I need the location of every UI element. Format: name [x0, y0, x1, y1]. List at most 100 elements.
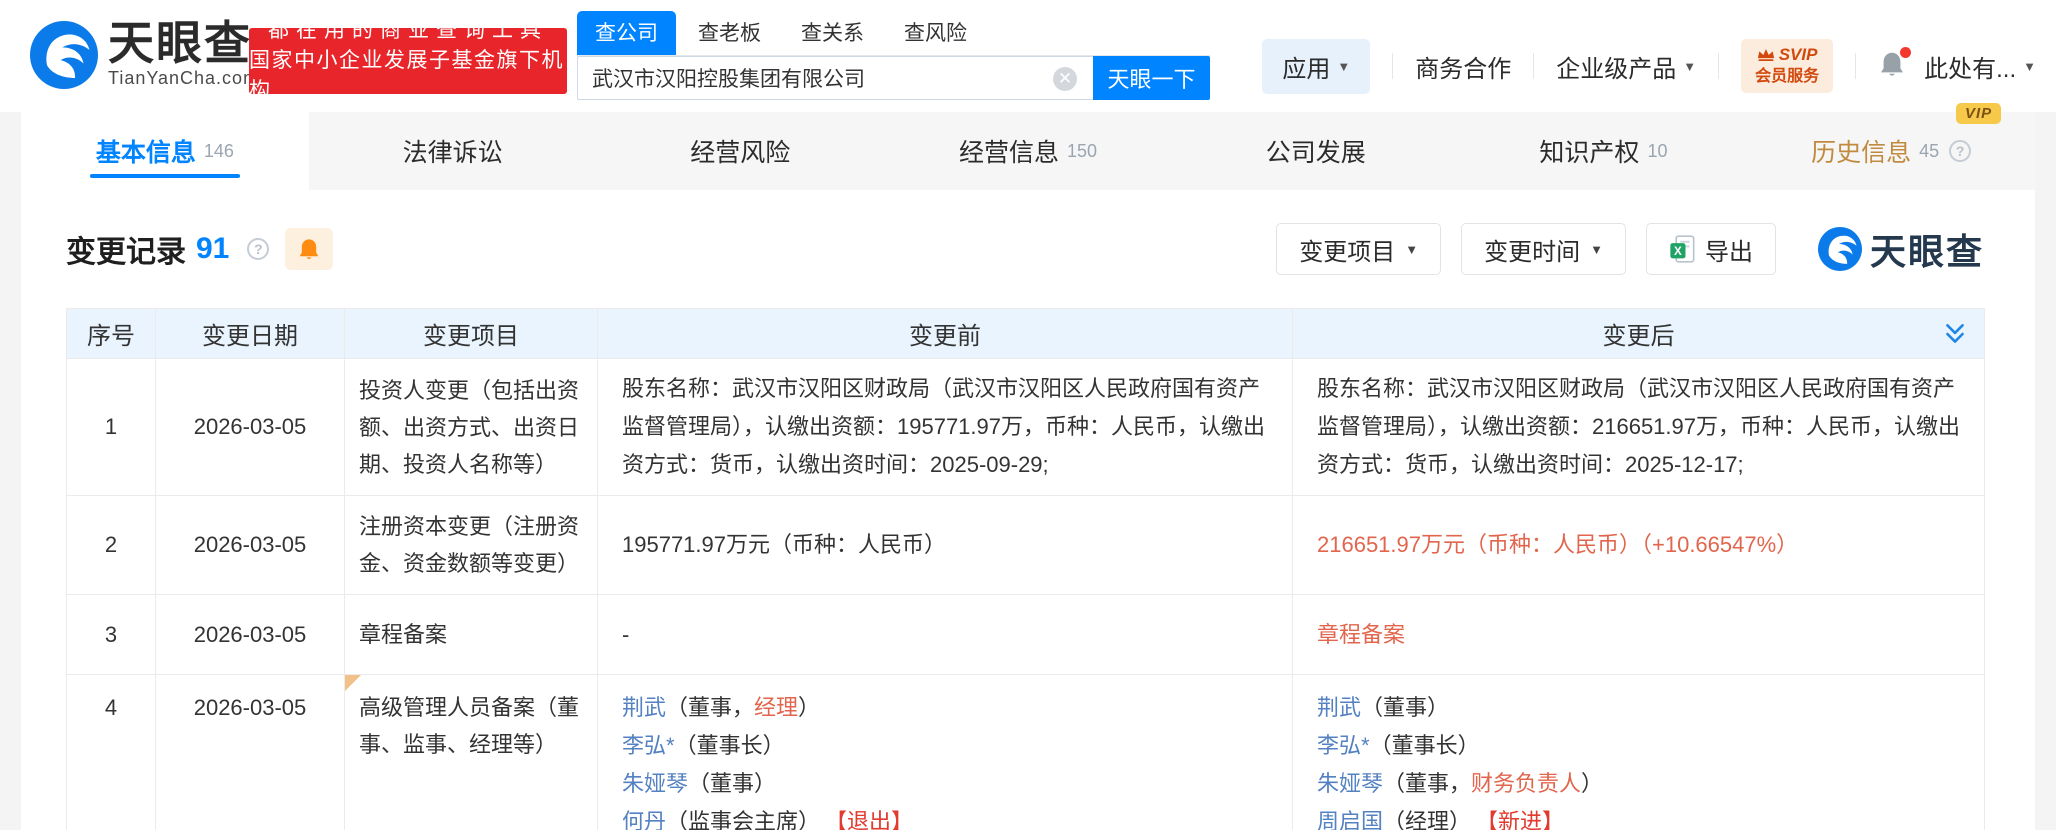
clear-icon[interactable]: ✕ [1053, 67, 1077, 91]
tab-history-info[interactable]: 历史信息45VIP? [1747, 112, 2035, 190]
nav-apps[interactable]: 应用 ▼ [1262, 39, 1370, 94]
search-tab-company[interactable]: 查公司 [577, 11, 676, 55]
cell-line: 195771.97万元（币种：人民币） [622, 526, 1268, 564]
tab-label: 法律诉讼 [403, 133, 503, 169]
section-count: 91 [196, 232, 229, 266]
tianyancha-watermark: 天眼查 [1818, 223, 1984, 275]
col-after: 变更后 [1293, 309, 1985, 359]
cell-text: （董事， [666, 695, 754, 720]
chevron-down-icon: ▼ [1683, 59, 1696, 74]
person-link[interactable]: 李弘* [1317, 733, 1370, 758]
cell-after-content: 股东名称：武汉市汉阳区财政局（武汉市汉阳区人民政府国有资产监督管理局），认缴出资… [1293, 359, 1985, 496]
person-link[interactable]: 荆武 [1317, 695, 1361, 720]
table-row: 42026-03-05高级管理人员备案（董事、监事、经理等）荆武（董事，经理）李… [67, 675, 1985, 830]
person-link[interactable]: 朱娅琴 [1317, 771, 1383, 796]
tab-business-info[interactable]: 经营信息 150 [884, 112, 1172, 190]
col-change-date: 变更日期 [156, 309, 345, 359]
person-link[interactable]: 周启国 [1317, 809, 1383, 830]
company-tabbar: 基本信息146 法律诉讼 经营风险 经营信息 150 公司发展 知识产权 10 历史信息45VI… [21, 112, 2035, 190]
cell-text: （董事长） [675, 733, 785, 758]
position-highlight: 财务负责人 [1471, 771, 1581, 796]
cell-text: ） [798, 695, 820, 720]
filter-change-time-button[interactable]: 变更时间 ▼ [1461, 223, 1626, 275]
tab-label: 经营风险 [690, 133, 790, 169]
cell-line: 朱娅琴（董事，财务负责人） [1317, 765, 1960, 803]
person-link[interactable]: 李弘* [622, 733, 675, 758]
nav-cooperation[interactable]: 商务合作 [1415, 49, 1511, 84]
cell-line: - [622, 616, 1268, 654]
tab-legal-proceedings[interactable]: 法律诉讼 [309, 112, 597, 190]
cell-change-item: 章程备案 [345, 595, 598, 675]
cell-text: 股东名称：武汉市汉阳区财政局（武汉市汉阳区人民政府国有资产监督管理局），认缴出资… [1317, 376, 1960, 477]
cell-before-content: 股东名称：武汉市汉阳区财政局（武汉市汉阳区人民政府国有资产监督管理局），认缴出资… [598, 359, 1293, 496]
cell-change-item: 投资人变更（包括出资额、出资方式、出资日期、投资人名称等） [345, 359, 598, 496]
cell-change-item: 注册资本变更（注册资金、资金数额等变更） [345, 496, 598, 595]
tab-label: 经营信息 [959, 133, 1059, 169]
cell-line: 荆武（董事） [1317, 689, 1960, 727]
corner-flag-icon [345, 675, 361, 691]
person-link[interactable]: 荆武 [622, 695, 666, 720]
cell-text: （董事） [1361, 695, 1449, 720]
cell-serial: 2 [67, 496, 156, 595]
tab-count: 10 [1647, 141, 1667, 162]
cell-text: 股东名称：武汉市汉阳区财政局（武汉市汉阳区人民政府国有资产监督管理局），认缴出资… [622, 376, 1265, 477]
search-tabs: 查公司查老板查关系查风险 [577, 14, 1210, 56]
person-link[interactable]: 朱娅琴 [622, 771, 688, 796]
tianyancha-logo[interactable]: 天眼查 TianYanCha.com [30, 20, 259, 89]
cell-serial: 3 [67, 595, 156, 675]
nav-enterprise-products[interactable]: 企业级产品 ▼ [1556, 49, 1696, 84]
notification-dot [1900, 47, 1911, 58]
search-button[interactable]: 天眼一下 [1093, 56, 1210, 100]
promo-line2: 国家中小企业发展子基金旗下机构 [249, 46, 567, 106]
filter-change-item-button[interactable]: 变更项目 ▼ [1276, 223, 1441, 275]
top-header: 天眼查 TianYanCha.com 都在用的商业查询工具 国家中小企业发展子基… [0, 0, 2056, 112]
tab-basic-info[interactable]: 基本信息146 [21, 112, 309, 190]
search-tab-relation[interactable]: 查关系 [801, 11, 864, 55]
svg-text:X: X [1674, 245, 1682, 258]
export-button[interactable]: X 导出 [1646, 223, 1776, 275]
cell-text: 195771.97万元（币种：人民币） [622, 532, 946, 557]
nav-user-menu[interactable]: 此处有... ▼ [1924, 49, 2036, 84]
table-row: 32026-03-05章程备案-章程备案 [67, 595, 1985, 675]
promo-line1: 都在用的商业查询工具 [268, 16, 548, 46]
person-link[interactable]: 何丹 [622, 809, 666, 830]
search-tab-risk[interactable]: 查风险 [904, 11, 967, 55]
chevron-down-icon: ▼ [1337, 59, 1350, 74]
cell-before-content: - [598, 595, 1293, 675]
search-input[interactable] [577, 56, 1093, 100]
cell-line: 周启国（经理）【新进】 [1317, 803, 1960, 830]
cell-change-date: 2026-03-05 [156, 359, 345, 496]
help-icon[interactable]: ? [247, 238, 269, 260]
cell-line: 股东名称：武汉市汉阳区财政局（武汉市汉阳区人民政府国有资产监督管理局），认缴出资… [1317, 370, 1960, 484]
divider [1533, 53, 1534, 79]
tab-count: 45 [1919, 141, 1939, 162]
table-row: 22026-03-05注册资本变更（注册资金、资金数额等变更）195771.97… [67, 496, 1985, 595]
tab-count: 146 [204, 141, 234, 162]
cell-text: （经理） [1383, 809, 1471, 830]
top-nav: 应用 ▼ 商务合作 企业级产品 ▼ SVIP 会员服务 [1262, 38, 2036, 94]
subscribe-bell-button[interactable] [285, 228, 333, 270]
cell-line: 李弘*（董事长） [622, 727, 1268, 765]
change-records-table: 序号 变更日期 变更项目 变更前 变更后 12026-03-05投资人变更（包括… [66, 308, 1985, 830]
charter-record-link[interactable]: 章程备案 [1317, 622, 1405, 647]
table-header-row: 序号 变更日期 变更项目 变更前 变更后 [67, 309, 1985, 359]
cell-line: 荆武（董事，经理） [622, 689, 1268, 727]
expand-all-icon[interactable] [1942, 321, 1968, 347]
cell-serial: 4 [67, 675, 156, 830]
col-change-item: 变更项目 [345, 309, 598, 359]
tab-label: 知识产权 [1539, 133, 1639, 169]
tab-count: 150 [1067, 141, 1097, 162]
tab-intellectual-property[interactable]: 知识产权 10 [1460, 112, 1748, 190]
promo-badge: 都在用的商业查询工具 国家中小企业发展子基金旗下机构 [249, 28, 567, 94]
cell-text: （董事） [688, 771, 776, 796]
tab-company-development[interactable]: 公司发展 [1172, 112, 1460, 190]
tab-operating-risk[interactable]: 经营风险 [596, 112, 884, 190]
help-icon[interactable]: ? [1949, 140, 1971, 162]
cell-after-content: 216651.97万元（币种：人民币）（+10.66547%） [1293, 496, 1985, 595]
svip-member-button[interactable]: SVIP 会员服务 [1741, 39, 1833, 93]
brand-domain: TianYanCha.com [108, 68, 259, 89]
cell-line: 李弘*（董事长） [1317, 727, 1960, 765]
cell-text: ） [1581, 771, 1603, 796]
notification-bell-icon[interactable] [1878, 51, 1906, 82]
search-tab-boss[interactable]: 查老板 [698, 11, 761, 55]
